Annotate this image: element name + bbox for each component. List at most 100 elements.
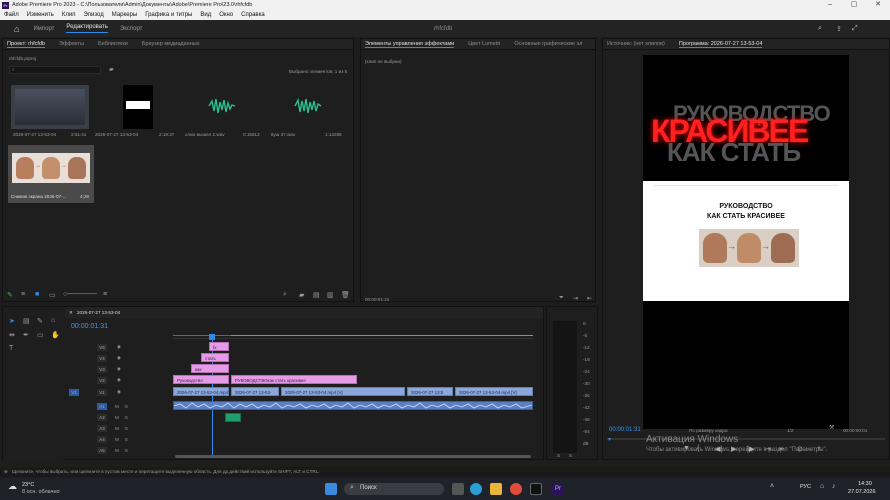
timeline-timecode[interactable]: 00:00:01:31 xyxy=(71,323,108,330)
timeline-clip[interactable]: 2026-07-27 13-53-04.mp4 [V] xyxy=(455,387,533,396)
network-icon[interactable]: ⌂ xyxy=(820,483,824,490)
tab-lumetri[interactable]: Цвет Lumetri xyxy=(468,41,500,47)
trash-icon[interactable]: 🗑 xyxy=(341,291,350,299)
menu-markers[interactable]: Маркеры xyxy=(112,12,137,18)
track-label[interactable]: A3 xyxy=(97,424,107,432)
eye-icon[interactable]: ◉ xyxy=(117,355,121,361)
language-indicator[interactable]: РУС xyxy=(800,484,811,490)
settings-icon[interactable]: ⇤ xyxy=(587,295,592,302)
project-search-input[interactable]: ⌕ xyxy=(9,66,101,74)
tab-program-monitor[interactable]: Программа: 2026-07-27 13-53-04 xyxy=(678,41,763,48)
export-icon[interactable]: ⇥ xyxy=(573,295,578,302)
menu-sequence[interactable]: Эпизод xyxy=(83,12,103,18)
track-label[interactable]: V2 xyxy=(97,376,107,384)
project-item-selected[interactable]: → → Снимок экрана 2026-07-... 4;29 xyxy=(8,145,94,203)
menu-graphics[interactable]: Графика и титры xyxy=(145,12,192,18)
track-label[interactable]: A5 xyxy=(97,446,107,454)
sequence-name[interactable]: 2026-07-27 13-53-04 xyxy=(77,310,120,315)
minimize-icon[interactable]: – xyxy=(818,0,842,10)
timeline-clip[interactable]: fx xyxy=(209,342,229,351)
tab-source-monitor[interactable]: Источник: (нет клипов) xyxy=(607,41,665,47)
mute-button[interactable]: M xyxy=(115,415,119,420)
eye-icon[interactable]: ◉ xyxy=(117,366,121,372)
taskbar-search[interactable]: ⌕ Поиск xyxy=(344,483,444,495)
timeline-clip[interactable]: 2026-07-27 13-53-04.mp4 [V] xyxy=(281,387,405,396)
ripple-edit-icon[interactable]: ✎ xyxy=(37,317,43,325)
menu-edit[interactable]: Изменить xyxy=(27,12,54,18)
wrench-icon[interactable]: ⚒ xyxy=(829,424,834,431)
weather-icon[interactable]: ☁ xyxy=(8,481,17,492)
track-label[interactable]: A1 xyxy=(97,402,107,410)
solo-button[interactable]: S xyxy=(125,426,128,431)
solo-button[interactable]: S xyxy=(125,437,128,442)
track-label[interactable]: V4 xyxy=(97,354,107,362)
razor-tool-icon[interactable]: ⌂ xyxy=(51,317,55,324)
track-label[interactable]: A2 xyxy=(97,413,107,421)
audio-waveform-icon[interactable] xyxy=(293,97,323,115)
source-patch[interactable]: V1 xyxy=(69,388,79,396)
audio-clip[interactable] xyxy=(173,401,533,410)
menu-view[interactable]: Вид xyxy=(200,12,211,18)
pen-tool-icon[interactable]: ✒ xyxy=(23,331,29,339)
solo-button[interactable]: S xyxy=(125,404,128,409)
hand-tool-icon[interactable]: ✋ xyxy=(51,331,60,339)
tab-import[interactable]: Импорт xyxy=(33,26,54,32)
new-item-icon[interactable]: ▤ xyxy=(313,291,320,299)
eye-icon[interactable]: ◉ xyxy=(117,377,121,383)
chrome-icon[interactable] xyxy=(510,483,522,495)
time-ruler[interactable] xyxy=(173,321,533,339)
menu-window[interactable]: Окно xyxy=(219,12,233,18)
mute-button[interactable]: M xyxy=(115,404,119,409)
new-bin-icon[interactable]: ▰ xyxy=(299,291,304,299)
tab-media-browser[interactable]: Браузер медиаданных xyxy=(142,41,200,47)
app-icon[interactable] xyxy=(530,483,542,495)
mute-button[interactable]: M xyxy=(115,426,119,431)
clear-icon[interactable]: ▥ xyxy=(327,291,334,299)
timeline-clip[interactable]: 2026-07-27 13:5 xyxy=(407,387,453,396)
track-label[interactable]: V1 xyxy=(97,388,107,396)
file-explorer-icon[interactable] xyxy=(490,483,502,495)
solo-button[interactable]: S xyxy=(125,415,128,420)
icon-view-icon[interactable]: ■ xyxy=(35,291,39,298)
track-label[interactable]: V3 xyxy=(97,365,107,373)
weather-desc[interactable]: 8 осн. облачно xyxy=(22,489,60,495)
eye-icon[interactable]: ◉ xyxy=(117,389,121,395)
clock-date[interactable]: 27.07.2026 xyxy=(848,489,876,495)
audio-waveform-icon[interactable] xyxy=(207,97,237,115)
new-bin-icon[interactable]: ▰ xyxy=(109,66,114,73)
solo-button[interactable]: S xyxy=(125,448,128,453)
mute-button[interactable]: M xyxy=(115,448,119,453)
windows-start-icon[interactable] xyxy=(325,483,337,495)
premiere-taskbar-icon[interactable]: Pr xyxy=(552,483,564,495)
timeline-clip[interactable]: стать xyxy=(201,353,229,362)
selection-tool-icon[interactable]: ➤ xyxy=(9,317,15,325)
close-icon[interactable]: ✕ xyxy=(866,0,890,10)
task-view-icon[interactable] xyxy=(452,483,464,495)
filter-icon[interactable]: ⏷ xyxy=(559,295,564,302)
volume-icon[interactable]: ♪ xyxy=(832,483,836,490)
tab-project[interactable]: Проект: rhfcfdb xyxy=(7,41,45,48)
tab-export[interactable]: Экспорт xyxy=(120,26,143,32)
audio-clip-green[interactable] xyxy=(225,413,241,422)
weather-temp[interactable]: 23°C xyxy=(22,482,34,488)
menu-help[interactable]: Справка xyxy=(241,12,265,18)
rectangle-tool-icon[interactable]: ▭ xyxy=(37,331,44,339)
pencil-icon[interactable]: ✎ xyxy=(7,291,13,299)
track-label[interactable]: V5 xyxy=(97,343,107,351)
eye-icon[interactable]: ◉ xyxy=(117,344,121,350)
tab-libraries[interactable]: Библиотеки xyxy=(98,41,128,47)
tab-effects[interactable]: Эффекты xyxy=(59,41,84,47)
close-sequence-icon[interactable]: ✕ xyxy=(69,310,73,316)
solo-left-button[interactable]: S xyxy=(557,453,560,458)
timeline-clip[interactable]: Руководство xyxy=(173,375,229,384)
solo-right-button[interactable]: S xyxy=(569,453,572,458)
project-item-thumbnail[interactable] xyxy=(11,85,89,129)
timeline-clip[interactable]: как xyxy=(191,364,229,373)
sort-icon[interactable]: ≡ xyxy=(103,291,107,298)
tab-effect-controls[interactable]: Элементы управления эффектами xyxy=(365,41,455,48)
track-select-icon[interactable]: ▤ xyxy=(23,317,30,325)
search-bin-icon[interactable]: ⌕ xyxy=(283,291,287,299)
tab-edit[interactable]: Редактировать xyxy=(66,24,108,33)
zoom-slider[interactable]: ○────── xyxy=(63,291,97,298)
timeline-clip[interactable]: 2026-07-27 13-53-04.mp4 xyxy=(173,387,229,396)
